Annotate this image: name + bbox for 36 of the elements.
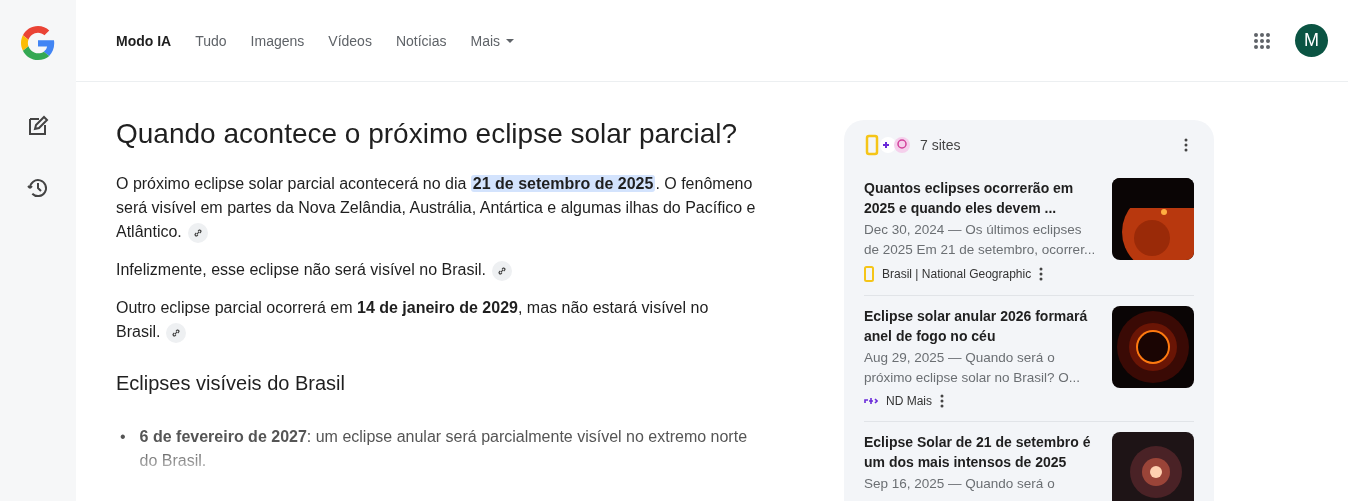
sites-count: 7 sites [920,137,961,153]
answer-paragraph: O próximo eclipse solar parcial acontecerá no dia 21 de setembro de 2025. O fenômeno será visível em partes da Nova Zelândia, Austrália, Antártica e algumas ilhas do Pacífico e Atlântico. [116,172,756,244]
history-icon[interactable] [26,176,50,200]
source-title[interactable]: Quantos eclipses ocorrerão em 2025 e quando eles devem ... [864,178,1100,218]
nav-tab[interactable]: Notícias [383,24,459,57]
nav-tab[interactable]: Vídeos [316,24,384,57]
nav-tab[interactable]: Tudo [183,24,239,57]
apps-icon[interactable] [1253,31,1271,50]
answer-title: Quando acontece o próximo eclipse solar parcial? [116,118,739,150]
account-avatar[interactable]: M [1295,24,1328,57]
caret-icon [506,38,515,43]
answer-paragraph: Infelizmente, esse eclipse não será visível no Brasil. [116,258,756,282]
source-title[interactable]: Eclipse solar anular 2026 formará anel de fogo no céu [864,306,1100,346]
nav-tab[interactable]: Mais [458,24,527,57]
bullet-marker: • [120,427,126,447]
source-title[interactable]: Eclipse Solar de 21 de setembro é um dos mais intensos de 2025 [864,432,1100,472]
source-name: ND Mais [886,394,932,408]
more-options-icon[interactable] [1184,138,1188,152]
source-snippet: Dec 30, 2024 — Os últimos eclipses de 2025 Em 21 de setembro, ocorrer... [864,221,1097,259]
more-options-icon[interactable] [1039,267,1044,281]
nav-tab[interactable]: Imagens [238,24,317,57]
source-name: Brasil | National Geographic [882,267,1032,281]
link-icon[interactable] [187,222,208,243]
link-icon[interactable] [491,260,512,281]
section-heading: Eclipses visíveis do Brasil [116,372,346,395]
link-icon[interactable] [166,322,187,343]
source-snippet: Sep 16, 2025 — Quando será o [864,475,1056,493]
site-logo-icon [864,397,878,405]
more-options-icon[interactable] [940,394,944,408]
list-item: 6 de fevereiro de 2027: um eclipse anular será parcialmente visível no extremo norte do Brasil. [139,427,749,471]
google-logo-icon[interactable] [21,26,55,60]
site-logo-icon [864,266,874,282]
nav-tab[interactable]: Modo IA [104,24,184,57]
answer-paragraph: Outro eclipse parcial ocorrerá em 14 de janeiro de 2029, mas não estará visível no Brasil. [116,296,756,344]
source-snippet: Aug 29, 2025 — Quando será o próximo eclipse solar no Brasil? O... [864,349,1082,387]
edit-icon[interactable] [26,114,50,138]
